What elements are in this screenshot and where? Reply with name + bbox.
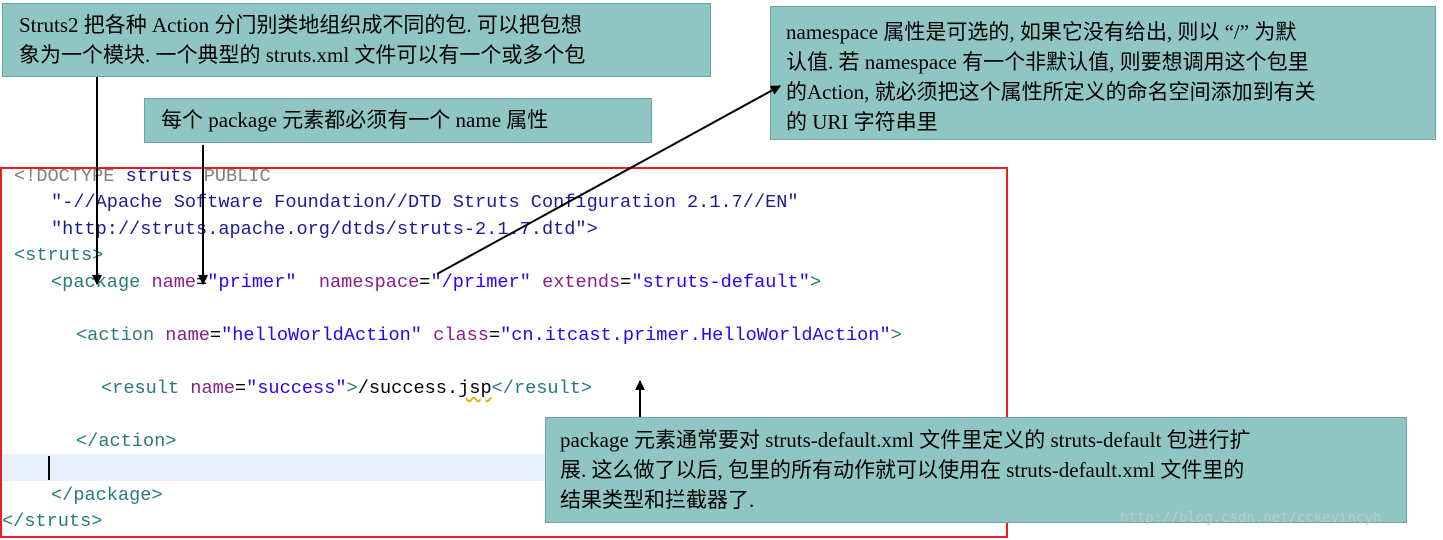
action-name-value: "helloWorldAction": [221, 325, 422, 346]
code-line-dtd-url: "http://struts.apache.org/dtds/struts-2.…: [51, 219, 598, 241]
result-text-ext: jsp: [458, 378, 492, 399]
equals-sign: =: [620, 272, 632, 293]
result-tag: <result: [101, 378, 180, 399]
code-line-doctype: <!DOCTYPE struts PUBLIC: [14, 166, 271, 188]
result-name-attr: name: [190, 378, 235, 399]
namespace-attr: namespace: [318, 272, 420, 293]
callout-text: 的 URI 字符串里: [786, 110, 938, 134]
callout-text: 象为一个模块. 一个典型的 struts.xml 文件可以有一个或多个包: [19, 43, 586, 67]
callout-text: package 元素通常要对 struts-default.xml 文件里定义的…: [560, 428, 1251, 452]
text-caret: [48, 456, 50, 480]
doctype-open: <!DOCTYPE: [14, 166, 115, 187]
action-close-tag: </action>: [76, 431, 177, 452]
code-line-package: <package name="primer" namespace="/prime…: [51, 272, 821, 294]
class-value: "cn.itcast.primer.HelloWorldAction": [500, 325, 891, 346]
callout-name-attribute: 每个 package 元素都必须有一个 name 属性: [144, 98, 652, 143]
result-text: /success.: [357, 378, 459, 399]
result-close-tag: </result>: [491, 378, 593, 399]
callout-text: 每个 package 元素都必须有一个 name 属性: [161, 108, 549, 132]
callout-text: 展. 这么做了以后, 包里的所有动作就可以使用在 struts-default.…: [560, 458, 1245, 482]
callout-packages: Struts2 把各种 Action 分门别类地组织成不同的包. 可以把包想 象…: [2, 3, 711, 77]
equals-sign: =: [234, 378, 247, 399]
tag-close: >: [890, 325, 902, 346]
code-line-package-close: </package>: [51, 485, 163, 507]
watermark: http://blog.csdn.net/cckevincyh: [1120, 510, 1382, 526]
dtd-url: "http://struts.apache.org/dtds/struts-2.…: [51, 219, 598, 240]
extends-value: "struts-default": [631, 272, 810, 293]
action-name-attr: name: [165, 325, 210, 346]
code-line-struts-close: </struts>: [2, 511, 102, 533]
callout-text: 的Action, 就必须把这个属性所定义的命名空间添加到有关: [786, 80, 1316, 104]
extends-attr: extends: [542, 272, 621, 293]
doctype-name: struts: [125, 166, 193, 187]
doctype-public: PUBLIC: [203, 166, 271, 187]
package-tag: <package: [51, 272, 141, 293]
code-line-action: <action name="helloWorldAction" class="c…: [76, 325, 902, 347]
struts-close-tag: </struts>: [2, 511, 103, 532]
package-name-value: "primer": [207, 272, 297, 293]
callout-extends: package 元素通常要对 struts-default.xml 文件里定义的…: [545, 417, 1407, 523]
tag-close: >: [346, 378, 358, 399]
namespace-value: "/primer": [430, 272, 531, 293]
class-attr: class: [433, 325, 489, 346]
code-line-action-close: </action>: [76, 431, 176, 453]
struts-open-tag: <struts>: [14, 245, 104, 266]
callout-namespace: namespace 属性是可选的, 如果它没有给出, 则以 “/” 为默 认值.…: [770, 6, 1436, 140]
equals-sign: =: [196, 272, 208, 293]
code-line-struts-open: <struts>: [14, 245, 103, 267]
code-line-public-id: "-//Apache Software Foundation//DTD Stru…: [51, 192, 799, 214]
package-close-tag: </package>: [51, 485, 163, 506]
tag-close: >: [809, 272, 822, 293]
equals-sign: =: [419, 272, 431, 293]
code-line-result: <result name="success">/success.jsp</res…: [101, 378, 592, 400]
equals-sign: =: [209, 325, 222, 346]
callout-text: Struts2 把各种 Action 分门别类地组织成不同的包. 可以把包想: [19, 13, 582, 37]
package-name-attr: name: [151, 272, 197, 293]
public-id: "-//Apache Software Foundation//DTD Stru…: [51, 192, 799, 213]
callout-text: namespace 属性是可选的, 如果它没有给出, 则以 “/” 为默: [786, 20, 1297, 44]
result-name-value: "success": [246, 378, 347, 399]
callout-text: 认值. 若 namespace 有一个非默认值, 则要想调用这个包里: [786, 50, 1309, 74]
equals-sign: =: [488, 325, 501, 346]
action-tag: <action: [76, 325, 155, 346]
